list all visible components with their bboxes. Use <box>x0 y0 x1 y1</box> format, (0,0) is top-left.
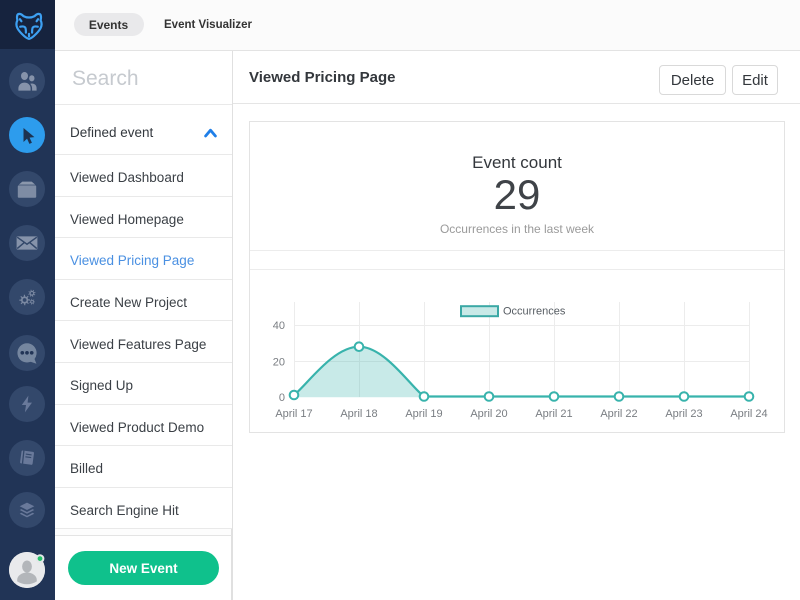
svg-text:April 18: April 18 <box>340 408 377 420</box>
svg-text:April 24: April 24 <box>730 408 767 420</box>
svg-text:April 17: April 17 <box>275 408 312 420</box>
svg-text:Occurrences: Occurrences <box>503 306 566 318</box>
svg-text:April 20: April 20 <box>470 408 507 420</box>
svg-text:0: 0 <box>279 392 285 404</box>
svg-text:20: 20 <box>273 357 285 369</box>
svg-text:April 19: April 19 <box>405 408 442 420</box>
svg-text:April 22: April 22 <box>600 408 637 420</box>
svg-text:April 23: April 23 <box>665 408 702 420</box>
svg-text:April 21: April 21 <box>535 408 572 420</box>
svg-text:40: 40 <box>273 320 285 332</box>
